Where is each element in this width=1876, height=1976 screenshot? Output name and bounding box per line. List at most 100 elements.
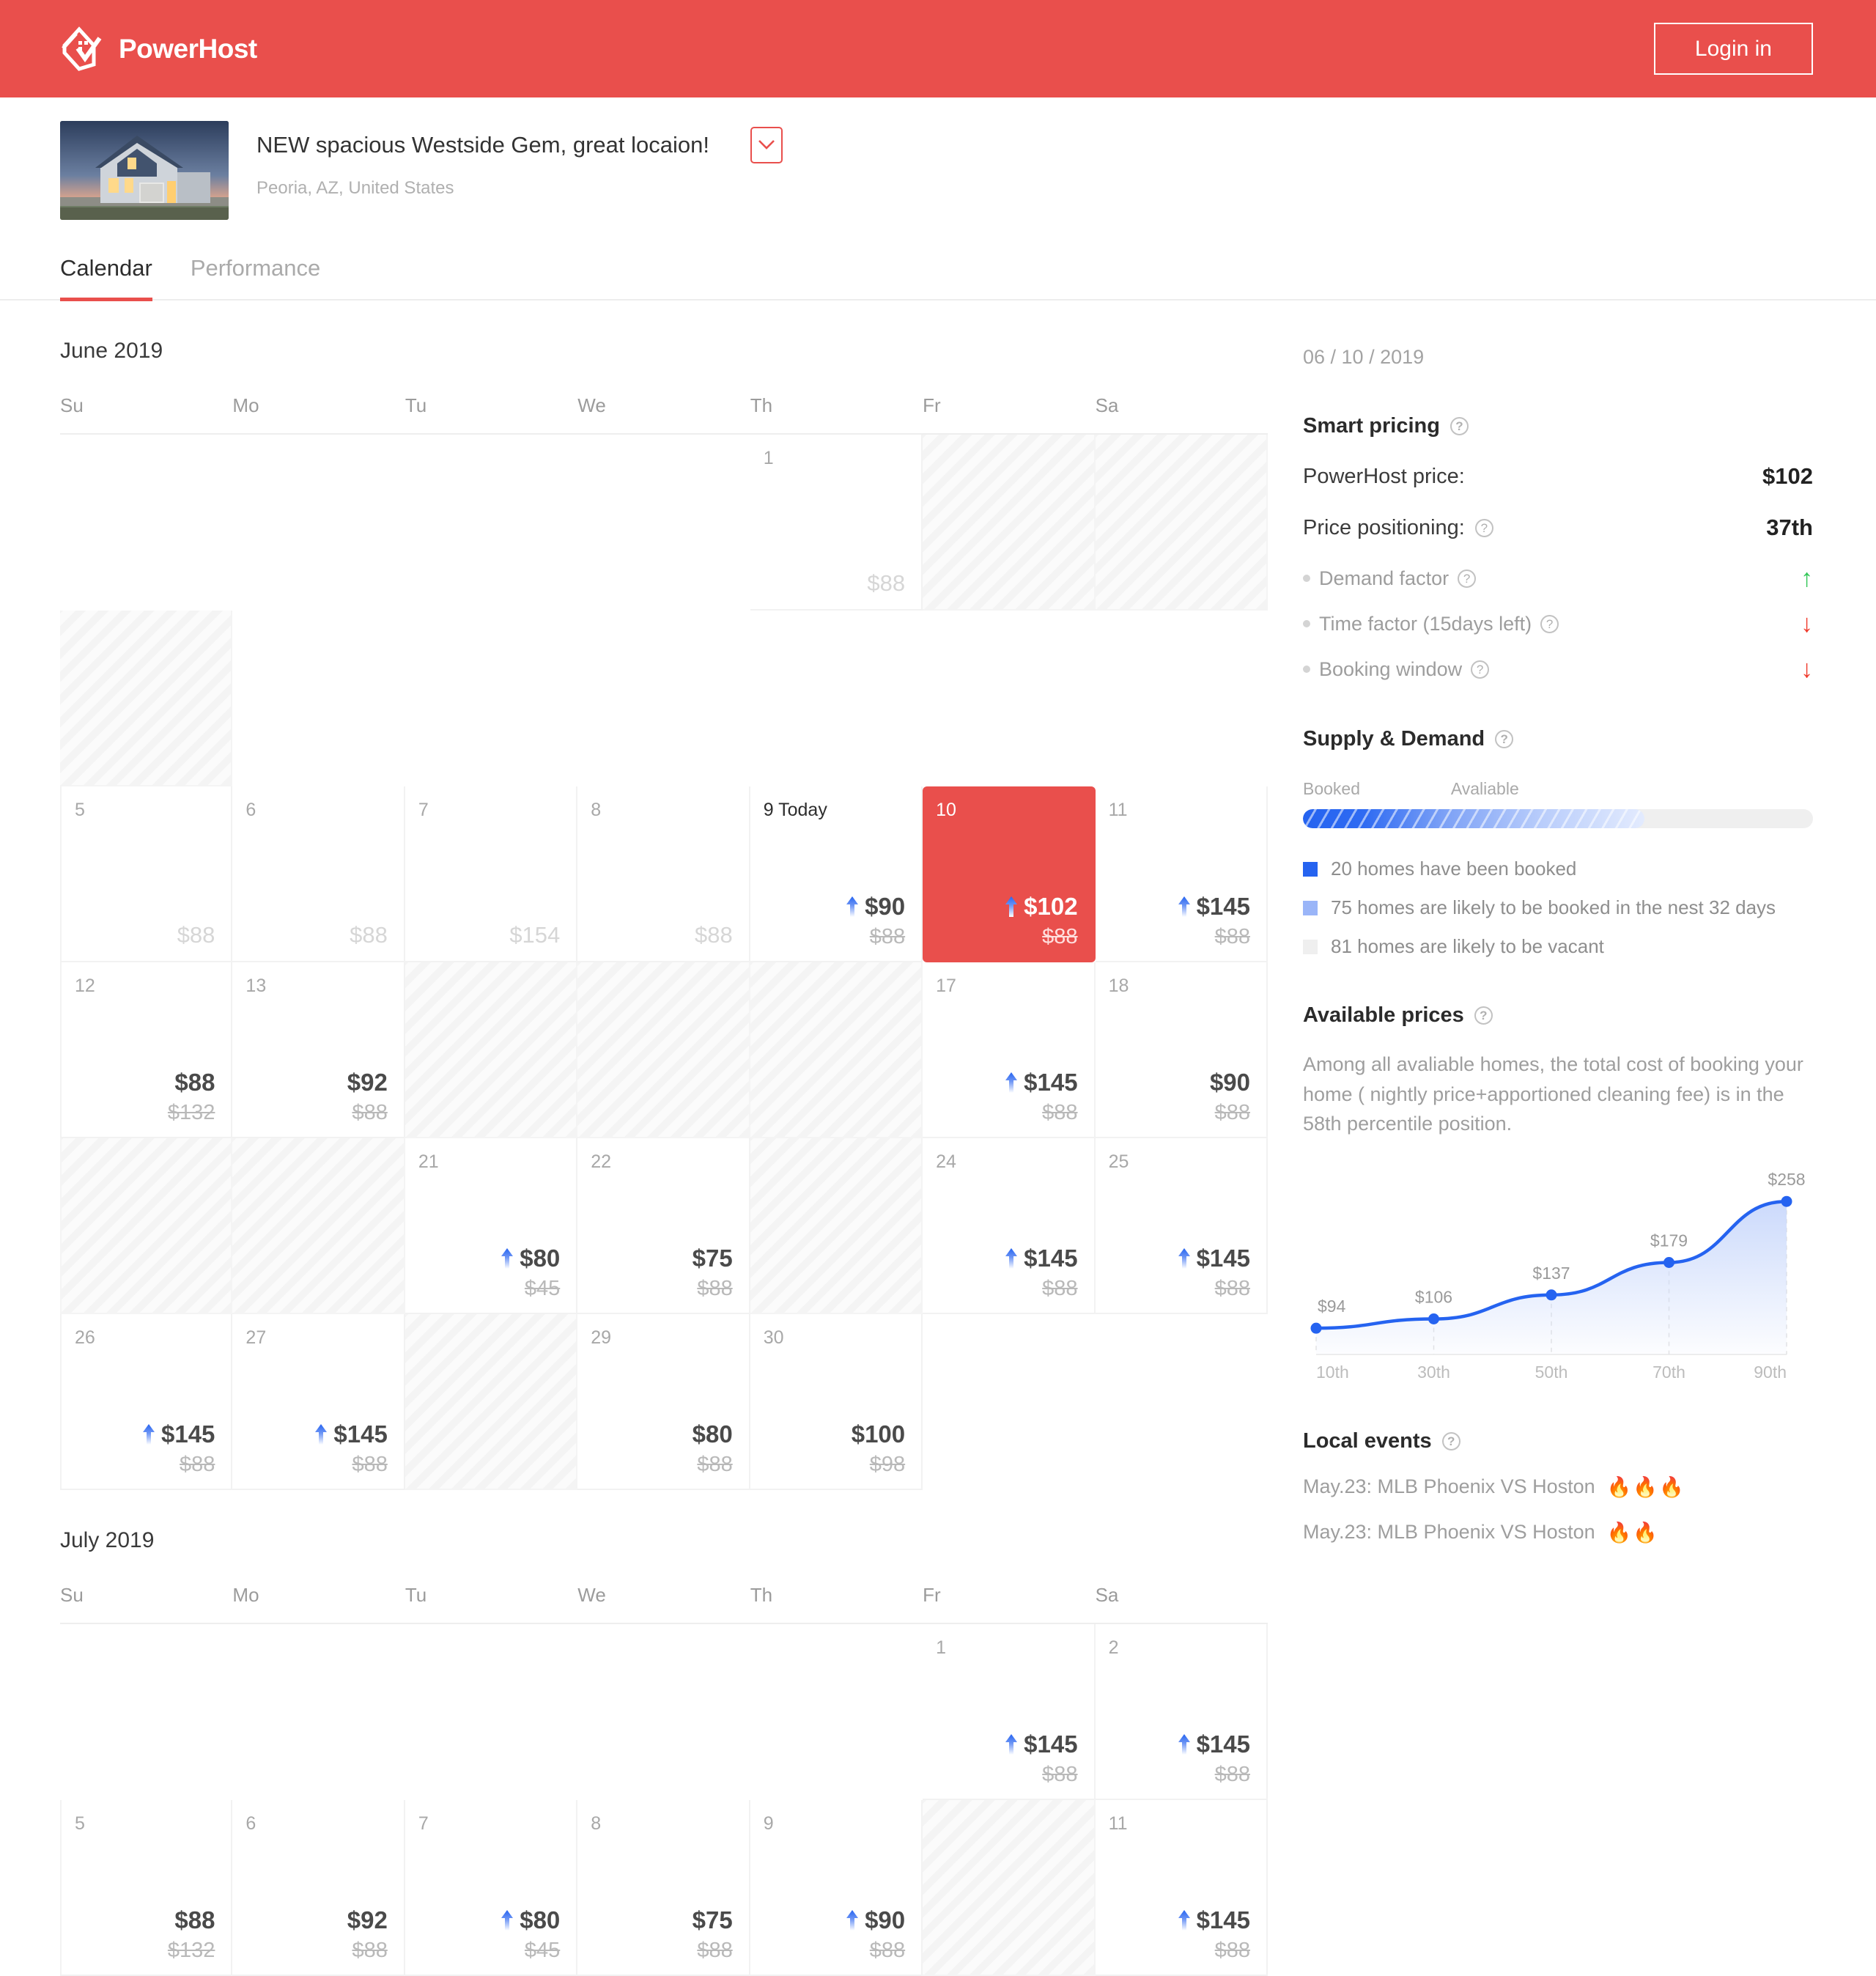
calendar-cell-prices: $90 $88: [1210, 1069, 1250, 1125]
calendar-cell-prices: $145 $88: [1005, 1069, 1078, 1125]
calendar-cell-blocked: [923, 1800, 1096, 1976]
calendar-cell-day[interactable]: 29 $80 $88: [577, 1314, 750, 1490]
day-of-week-label: Sa: [1095, 394, 1119, 416]
trend-down-icon: ↓: [1801, 655, 1813, 683]
calendar-cell-day[interactable]: 8 $88: [577, 786, 750, 962]
day-of-week-row: Su Mo Tu We Th Fr Sa: [60, 1584, 1268, 1624]
powerhost-price-value: $102: [1762, 463, 1813, 489]
calendar-day-number: 9 Today: [763, 800, 827, 820]
calendar-cell-prices: $88: [177, 922, 215, 949]
help-icon-local-events[interactable]: ?: [1441, 1431, 1460, 1450]
local-event-item[interactable]: May.23: MLB Phoenix VS Hoston 🔥🔥🔥: [1303, 1475, 1813, 1499]
calendar-week-row: 26 $145 $88 27 $145 $88 29 $80 $88 30 $100 $98: [60, 1314, 1268, 1490]
help-icon-supply-demand[interactable]: ?: [1495, 730, 1514, 748]
percentile-price-chart: $94 10th $106 30th $137 50th $179 70th $258 90th: [1303, 1148, 1813, 1397]
price-up-arrow-icon: [1005, 896, 1018, 918]
calendar-price-current: $145: [1178, 893, 1250, 921]
calendar-day-number: 8: [591, 1813, 602, 1834]
calendar-cell-day[interactable]: 7 $80 $45: [405, 1800, 578, 1976]
calendar-cell-prices: $80 $88: [693, 1420, 733, 1477]
calendar-price-current: $80: [692, 1420, 733, 1448]
calendar-cell-day[interactable]: 7 $154: [405, 786, 578, 962]
calendar-day-number: 7: [418, 1813, 429, 1834]
legend-item: 81 homes are likely to be vacant: [1303, 935, 1813, 958]
price-up-arrow-icon: [142, 1423, 155, 1445]
calendar-price-original: $88: [697, 1276, 733, 1300]
calendar-day-number: 29: [591, 1327, 612, 1348]
calendar-cell-day[interactable]: 27 $145 $88: [232, 1314, 405, 1490]
login-button[interactable]: Login in: [1653, 23, 1813, 75]
available-prices-title: Available prices ?: [1303, 1003, 1813, 1028]
calendar-cell-day[interactable]: 21 $80 $45: [405, 1138, 578, 1314]
calendar-cell-day[interactable]: 9 $90 $88: [750, 1800, 923, 1976]
calendar-cell-day[interactable]: 26 $145 $88: [60, 1314, 233, 1490]
price-up-arrow-icon: [1178, 1733, 1191, 1755]
calendar-cell-prices: $88: [695, 922, 733, 949]
help-icon-price-positioning[interactable]: ?: [1474, 518, 1493, 537]
brand-logo[interactable]: PowerHost: [60, 26, 257, 72]
tab-performance[interactable]: Performance: [191, 255, 320, 301]
listing-thumbnail[interactable]: [60, 121, 229, 220]
calendar-price-current: $145: [1178, 1730, 1250, 1759]
calendar-cell-day[interactable]: 8 $75 $88: [577, 1800, 750, 1976]
supply-demand-section: Supply & Demand ? Booked Avaliable 20 ho…: [1303, 727, 1813, 958]
calendar-cell-day[interactable]: 11 $145 $88: [1095, 1800, 1268, 1976]
calendar-cell-empty: [1096, 1314, 1268, 1490]
calendar-cell-selected[interactable]: 10 $102 $88: [923, 786, 1096, 962]
chart-data-point[interactable]: [1546, 1289, 1557, 1300]
calendar-cell-day[interactable]: 1 $88: [750, 435, 923, 611]
chart-data-point[interactable]: [1428, 1313, 1439, 1324]
bullet-icon: [1303, 666, 1310, 673]
tab-calendar[interactable]: Calendar: [60, 255, 152, 301]
calendar-cell-day[interactable]: 12 $88 $132: [60, 962, 233, 1138]
calendar-cell-blocked: [232, 1138, 405, 1314]
help-icon-available-prices[interactable]: ?: [1474, 1006, 1493, 1025]
smart-pricing-title: Smart pricing ?: [1303, 414, 1813, 438]
calendar-cell-day[interactable]: 1 $145 $88: [923, 1624, 1096, 1800]
help-icon-smart-pricing[interactable]: ?: [1450, 417, 1469, 435]
flame-icon: 🔥🔥: [1606, 1521, 1659, 1544]
local-event-item[interactable]: May.23: MLB Phoenix VS Hoston 🔥🔥: [1303, 1521, 1813, 1544]
calendar-price-current: $145: [1005, 1245, 1078, 1273]
calendar-cell-day[interactable]: 6 $92 $88: [232, 1800, 405, 1976]
calendar-price-current: $88: [174, 1068, 215, 1096]
price-positioning-row: Price positioning: ? 37th: [1303, 515, 1813, 541]
calendar-cell-day[interactable]: 2 $145 $88: [1095, 1624, 1268, 1800]
insights-panel: 06 / 10 / 2019 Smart pricing ? PowerHost…: [1268, 301, 1876, 1544]
calendar-cell-day[interactable]: 6 $88: [232, 786, 405, 962]
chart-data-point[interactable]: [1663, 1256, 1674, 1268]
calendar-cell-prices: $145 $88: [1178, 893, 1250, 949]
calendar-cell-blocked: [577, 962, 750, 1138]
calendar-cell-day[interactable]: 18 $90 $88: [1095, 962, 1268, 1138]
bullet-icon: [1303, 620, 1310, 627]
help-icon-demand-factor[interactable]: ?: [1458, 569, 1477, 588]
calendar-cell-prices: $75 $88: [693, 1906, 733, 1963]
calendar-price-current: $80: [501, 1906, 560, 1935]
brand-name: PowerHost: [119, 33, 257, 64]
calendar-cell-empty: [923, 1314, 1095, 1490]
calendar-cell-day[interactable]: 5 $88 $132: [60, 1800, 233, 1976]
calendar-cell-day[interactable]: 13 $92 $88: [232, 962, 405, 1138]
calendar-price-original: $88: [1042, 1100, 1078, 1124]
calendar-price-original: $88: [1214, 1100, 1250, 1124]
calendar-cell-day[interactable]: 30 $100 $98: [750, 1314, 923, 1490]
chart-data-point[interactable]: [1310, 1322, 1322, 1334]
help-icon-time-factor[interactable]: ?: [1540, 614, 1559, 633]
calendar-cell-day[interactable]: 22 $75 $88: [577, 1138, 750, 1314]
local-events-section: Local events ? May.23: MLB Phoenix VS Ho…: [1303, 1429, 1813, 1544]
calendar-cell-day[interactable]: 5 $88: [60, 786, 233, 962]
main-content: June 2019 Su Mo Tu We Th Fr Sa 1 $88 5 $88 6 $88 7 $154…: [0, 301, 1876, 1976]
calendar-cell-day[interactable]: 17 $145 $88: [923, 962, 1096, 1138]
calendar-cell-day[interactable]: 9 Today $90 $88: [750, 786, 923, 962]
legend-label: 81 homes are likely to be vacant: [1331, 935, 1604, 957]
calendar-price-original: $88: [869, 924, 906, 948]
help-icon-booking-window[interactable]: ?: [1471, 660, 1490, 679]
chart-data-point[interactable]: [1781, 1195, 1792, 1207]
calendar-cell-day[interactable]: 24 $145 $88: [923, 1138, 1096, 1314]
calendar-cell-day[interactable]: 11 $145 $88: [1095, 786, 1268, 962]
listing-expand-button[interactable]: [750, 127, 783, 163]
calendar-cell-day[interactable]: 25 $145 $88: [1095, 1138, 1268, 1314]
price-positioning-label: Price positioning:: [1303, 515, 1465, 539]
top-bar: PowerHost Login in: [0, 0, 1876, 97]
calendar-cell-blocked: [60, 1138, 233, 1314]
